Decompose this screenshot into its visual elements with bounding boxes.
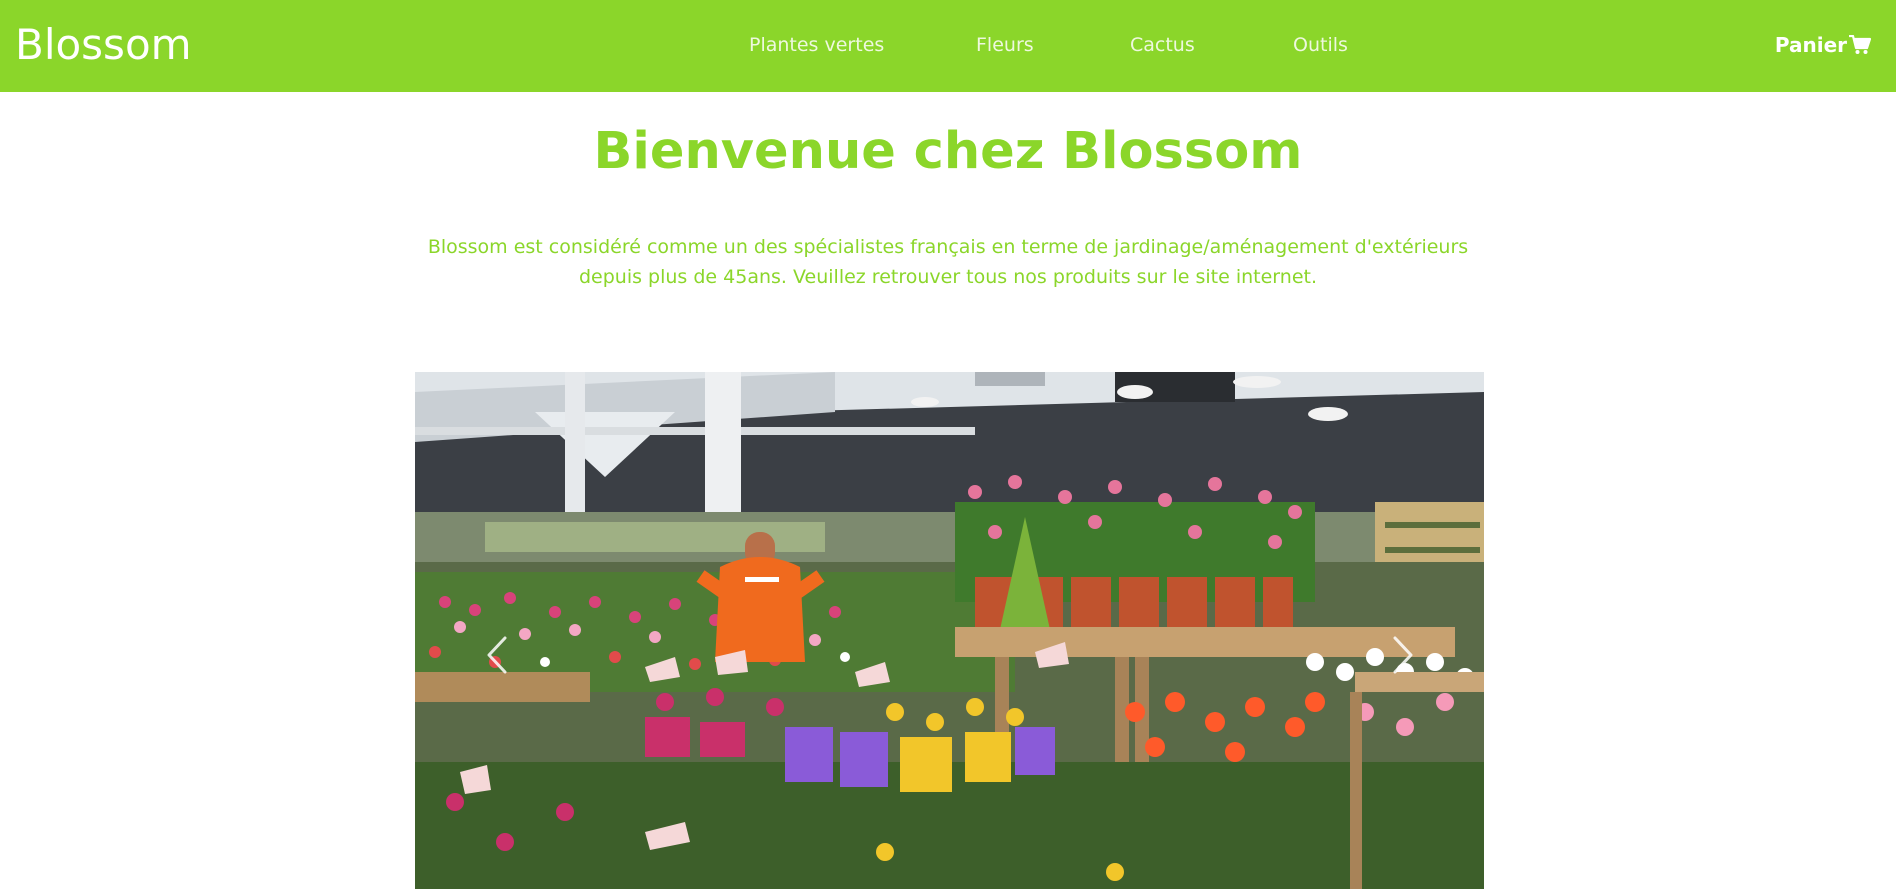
nav-item-cactus[interactable]: Cactus	[1130, 33, 1195, 57]
nav-item-outils[interactable]: Outils	[1293, 33, 1348, 57]
chevron-left-icon[interactable]	[477, 630, 517, 680]
image-carousel[interactable]	[415, 372, 1484, 889]
main-nav: Plantes vertes Fleurs Cactus Outils	[0, 0, 1896, 92]
nav-item-fleurs[interactable]: Fleurs	[976, 33, 1034, 57]
nav-item-plantes-vertes[interactable]: Plantes vertes	[749, 33, 884, 57]
cart-label: Panier	[1774, 33, 1847, 57]
navbar: Blossom Plantes vertes Fleurs Cactus Out…	[0, 0, 1896, 92]
chevron-right-icon[interactable]	[1383, 630, 1423, 680]
garden-center-photo	[415, 372, 1484, 889]
intro-paragraph: Blossom est considéré comme un des spéci…	[427, 236, 1469, 288]
page-title: Bienvenue chez Blossom	[593, 122, 1303, 181]
shopping-cart-icon	[1849, 35, 1871, 55]
cart-button[interactable]: Panier	[1775, 31, 1871, 59]
